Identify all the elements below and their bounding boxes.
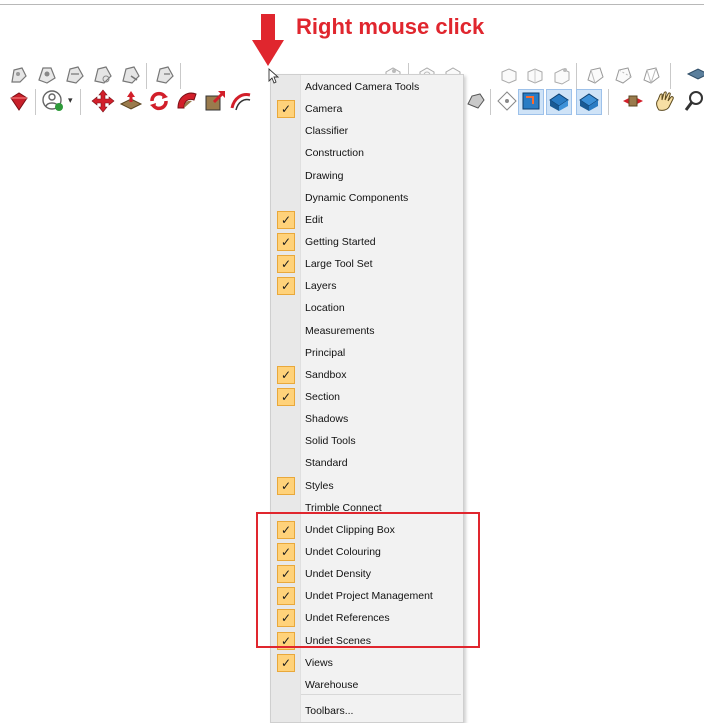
menu-item-styles[interactable]: ✓ Styles (271, 475, 463, 497)
checkmark-icon: ✓ (277, 476, 295, 495)
menu-item-label: Section (305, 390, 341, 403)
menu-item-views[interactable]: ✓ Views (271, 652, 463, 674)
annotation-arrow-shaft (261, 14, 275, 42)
menu-item-getting-started[interactable]: ✓ Getting Started (271, 231, 463, 253)
undet-toolbars-highlight-box (256, 512, 480, 648)
menu-item-label: Solid Tools (305, 435, 356, 448)
checkmark-icon: ✓ (277, 232, 295, 251)
menu-item-label: Standard (305, 457, 348, 470)
display-section-cuts-icon[interactable] (576, 88, 602, 114)
menu-item-advanced-camera-tools[interactable]: ✓Advanced Camera Tools (271, 76, 463, 98)
checkmark-icon: ✓ (277, 255, 295, 274)
display-section-planes-icon[interactable] (546, 88, 572, 114)
menu-item-location[interactable]: ✓Location (271, 297, 463, 319)
tape-measure-icon[interactable] (464, 88, 490, 114)
account-dropdown-chevron-icon[interactable]: ▾ (68, 96, 73, 106)
toolbar-separator (35, 89, 36, 115)
toolbar-separator (146, 63, 147, 89)
menu-item-label: Drawing (305, 169, 344, 182)
checkmark-icon: ✓ (277, 277, 295, 296)
menu-item-measurements[interactable]: ✓Measurements (271, 320, 463, 342)
section-plane-icon[interactable] (518, 88, 544, 114)
checkmark-icon: ✓ (277, 100, 295, 119)
annotation-title: Right mouse click (296, 14, 485, 39)
menu-item-drawing[interactable]: ✓Drawing (271, 165, 463, 187)
menu-item-label: Advanced Camera Tools (305, 81, 420, 93)
menu-item-label: Large Tool Set (305, 258, 373, 271)
menu-item-classifier[interactable]: ✓Classifier (271, 120, 463, 142)
right-view-icon[interactable] (496, 62, 522, 88)
toolbar-separator (670, 63, 671, 89)
checkmark-icon: ✓ (277, 387, 295, 406)
menu-item-label: Location (305, 302, 345, 315)
toolbar-separator (80, 89, 81, 115)
pan-icon[interactable] (652, 88, 678, 114)
mouse-pointer-icon (268, 68, 280, 84)
menu-item-section[interactable]: ✓ Section (271, 386, 463, 408)
zoom-window-icon[interactable] (90, 62, 116, 88)
menu-item-label: Views (305, 656, 333, 669)
user-account-icon[interactable] (40, 88, 66, 114)
orbit-icon[interactable] (494, 88, 520, 114)
menu-item-label: Toolbars... (305, 704, 354, 717)
menu-separator (301, 694, 461, 695)
menu-item-label: Dynamic Components (305, 191, 409, 204)
display-style-icon[interactable] (684, 62, 704, 88)
window-top-border (0, 4, 704, 5)
menu-item-large-tool-set[interactable]: ✓ Large Tool Set (271, 253, 463, 275)
menu-item-warehouse[interactable]: ✓Warehouse (271, 674, 463, 696)
menu-item-label: Getting Started (305, 235, 376, 248)
menu-item-sandbox[interactable]: ✓ Sandbox (271, 364, 463, 386)
menu-item-shadows[interactable]: ✓Shadows (271, 408, 463, 430)
menu-item-camera[interactable]: ✓ Camera (271, 98, 463, 120)
toolbar-separator (608, 89, 609, 115)
menu-item-construction[interactable]: ✓Construction (271, 142, 463, 164)
menu-item-label: Measurements (305, 324, 375, 337)
move-icon[interactable] (90, 88, 116, 114)
menu-item-label: Construction (305, 147, 364, 160)
menu-item-solid-tools[interactable]: ✓Solid Tools (271, 430, 463, 452)
scale-icon[interactable] (202, 88, 228, 114)
menu-item-label: Warehouse (305, 678, 359, 691)
menu-item-label: Shadows (305, 413, 349, 426)
rotate-icon[interactable] (146, 88, 172, 114)
menu-item-layers[interactable]: ✓ Layers (271, 275, 463, 297)
menu-item-edit[interactable]: ✓ Edit (271, 209, 463, 231)
back-edges-icon[interactable] (610, 62, 636, 88)
ruby-console-icon[interactable] (6, 88, 32, 114)
checkmark-icon: ✓ (277, 210, 295, 229)
previous-view-icon[interactable] (118, 62, 144, 88)
menu-item-label: Principal (305, 346, 346, 359)
menu-item-label: Styles (305, 479, 334, 492)
follow-me-icon[interactable] (174, 88, 200, 114)
menu-item-dynamic-components[interactable]: ✓Dynamic Components (271, 187, 463, 209)
menu-item-label: Sandbox (305, 368, 347, 381)
wireframe-icon[interactable] (638, 62, 664, 88)
menu-item-toolbars[interactable]: ✓Toolbars... (271, 700, 463, 722)
position-camera-icon[interactable] (62, 62, 88, 88)
left-view-icon[interactable] (548, 62, 574, 88)
checkmark-icon: ✓ (277, 365, 295, 384)
look-around-icon[interactable] (34, 62, 60, 88)
toolbar-separator (490, 89, 491, 115)
offset-icon[interactable] (228, 88, 254, 114)
walk-icon[interactable] (6, 62, 32, 88)
toolbar-separator (180, 63, 181, 89)
solid-intersect-icon[interactable] (620, 88, 646, 114)
next-view-icon[interactable] (152, 62, 178, 88)
checkmark-icon: ✓ (277, 653, 295, 672)
zoom-icon[interactable] (682, 88, 704, 114)
menu-item-label: Camera (305, 103, 343, 116)
back-view-icon[interactable] (522, 62, 548, 88)
menu-item-label: Edit (305, 213, 324, 226)
push-pull-icon[interactable] (118, 88, 144, 114)
xray-icon[interactable] (582, 62, 608, 88)
menu-item-label: Classifier (305, 125, 349, 138)
menu-item-label: Layers (305, 280, 337, 293)
toolbar-separator (576, 63, 577, 89)
menu-item-standard[interactable]: ✓Standard (271, 452, 463, 474)
menu-item-principal[interactable]: ✓Principal (271, 342, 463, 364)
